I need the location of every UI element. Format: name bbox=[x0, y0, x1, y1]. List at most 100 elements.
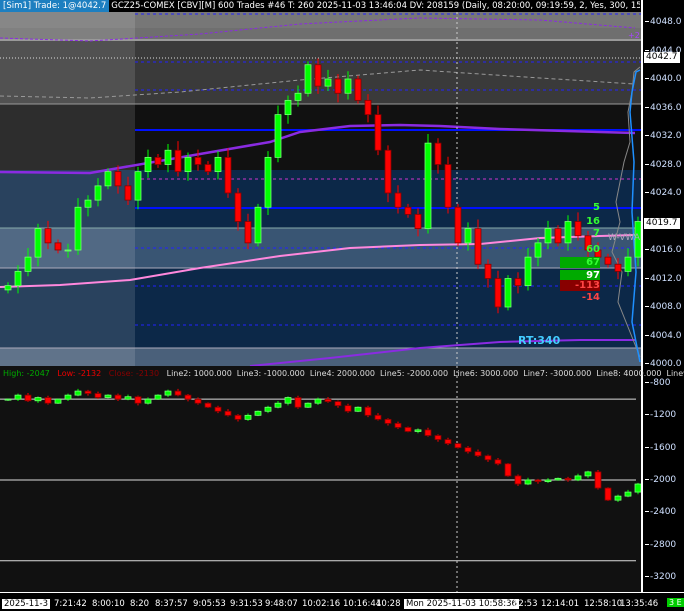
candle bbox=[374, 413, 382, 421]
candle-body bbox=[114, 171, 122, 187]
candle-body bbox=[474, 451, 482, 457]
candle-body bbox=[94, 393, 102, 398]
candle-body bbox=[534, 479, 542, 482]
candle-body bbox=[624, 256, 632, 272]
time-label: 9:05:53 bbox=[193, 599, 226, 609]
candle-body bbox=[424, 429, 432, 436]
candle-body bbox=[204, 402, 212, 408]
candle-body bbox=[544, 228, 552, 244]
candle-body bbox=[64, 394, 72, 400]
candle-body bbox=[314, 398, 322, 404]
candle bbox=[194, 397, 202, 405]
candle-body bbox=[504, 278, 512, 308]
account-label: [Sim1] bbox=[3, 1, 32, 11]
price-tick: 4032.0 bbox=[645, 131, 682, 141]
candle-body bbox=[174, 390, 182, 396]
candle-body bbox=[564, 477, 572, 481]
candle-body bbox=[354, 78, 362, 101]
candle-body bbox=[44, 397, 52, 404]
candle-body bbox=[274, 114, 282, 158]
price-tick: 4028.0 bbox=[645, 160, 682, 170]
time-axis[interactable]: 2025-11-3 7:21:42 8:00:10 8:20 8:37:57 9:05:5… bbox=[0, 592, 684, 611]
candle-body bbox=[554, 477, 562, 481]
candle-body bbox=[474, 228, 482, 265]
candle-body bbox=[124, 396, 132, 400]
candle bbox=[44, 395, 52, 405]
candle-body bbox=[614, 263, 622, 272]
exchange-badge[interactable]: 3 E bbox=[667, 598, 684, 607]
candle bbox=[254, 203, 262, 247]
price-pane[interactable]: RT:340 W-VWAP +2 5167606797-113-14 bbox=[0, 12, 646, 367]
candle-body bbox=[324, 398, 332, 402]
legend-line-value: Line2: 1000.000 bbox=[166, 369, 232, 378]
candle bbox=[204, 402, 212, 409]
delta-tick: -2400 bbox=[645, 507, 676, 517]
candle bbox=[604, 487, 612, 501]
time-label: 12:58:10 bbox=[584, 599, 623, 609]
candle-body bbox=[204, 164, 212, 173]
candle bbox=[424, 134, 432, 234]
candle-body bbox=[144, 398, 152, 404]
candle-body bbox=[274, 402, 282, 408]
candle-body bbox=[584, 471, 592, 477]
candle-body bbox=[444, 164, 452, 208]
candle bbox=[264, 151, 272, 215]
time-label: 2025-11-3 bbox=[2, 599, 50, 609]
candle-body bbox=[364, 99, 372, 116]
candle-body bbox=[344, 78, 352, 94]
legend-line-value: Line6: 3000.000 bbox=[453, 369, 519, 378]
candle-body bbox=[144, 156, 152, 173]
price-chart[interactable]: RT:340 W-VWAP +2 bbox=[0, 12, 646, 367]
time-label: 32:53 bbox=[513, 599, 538, 609]
candle bbox=[494, 457, 502, 466]
legend-low: Low: -2132 bbox=[57, 369, 102, 378]
candle bbox=[454, 442, 462, 449]
candle bbox=[394, 421, 402, 429]
rt-label: RT:340 bbox=[518, 334, 561, 347]
legend-line-value: Line5: -2000.000 bbox=[380, 369, 449, 378]
order-flow-value: 16 bbox=[586, 216, 600, 227]
time-label: 9:48:07 bbox=[265, 599, 298, 609]
candle bbox=[544, 478, 552, 484]
candle bbox=[444, 437, 452, 446]
candle bbox=[624, 489, 632, 498]
price-tick: 4040.0 bbox=[645, 74, 682, 84]
order-flow-value: -113 bbox=[560, 280, 600, 291]
candle-body bbox=[294, 397, 302, 408]
candle bbox=[254, 410, 262, 417]
time-label: 8:00:10 bbox=[92, 599, 125, 609]
order-flow-value: 7 bbox=[593, 228, 600, 239]
delta-chart[interactable] bbox=[0, 366, 642, 592]
candle-body bbox=[454, 443, 462, 449]
delta-pane[interactable]: High: -2047 Low: -2132 Close: -2130 Line… bbox=[0, 366, 684, 592]
candle-body bbox=[254, 206, 262, 244]
legend-close: Close: -2130 bbox=[108, 369, 160, 378]
symbol-info: GCZ25-COMEX [CBV][M] 600 Trades #46 T: 2… bbox=[111, 1, 640, 11]
candle bbox=[244, 413, 252, 421]
account-trade-badge[interactable]: [Sim1] Trade: 1@4042.7 bbox=[0, 0, 110, 12]
candle-body bbox=[434, 435, 442, 440]
candle bbox=[564, 476, 572, 482]
candle-body bbox=[24, 256, 32, 272]
price-axis[interactable]: 4048.0 4044.0 4040.0 4036.0 4032.0 4028.0 4024… bbox=[641, 0, 684, 369]
candle bbox=[434, 434, 442, 442]
delta-axis[interactable]: -800 -1200 -1600 -2000 -2400 -2800 -3200 bbox=[641, 366, 684, 592]
candle bbox=[584, 470, 592, 479]
candle-body bbox=[224, 410, 232, 416]
candle bbox=[364, 405, 372, 418]
candle bbox=[174, 388, 182, 397]
candle-body bbox=[504, 463, 512, 477]
candle bbox=[104, 394, 112, 399]
offset-label: +2 bbox=[628, 31, 640, 40]
candle-body bbox=[354, 406, 362, 412]
candle-body bbox=[14, 394, 22, 400]
candle bbox=[344, 403, 352, 413]
candle-body bbox=[4, 398, 12, 401]
candle bbox=[184, 393, 192, 402]
candle-body bbox=[214, 406, 222, 412]
time-label: 10:28 bbox=[376, 599, 401, 609]
price-tick: 4016.0 bbox=[645, 245, 682, 255]
candle-body bbox=[484, 263, 492, 279]
candle-body bbox=[334, 401, 342, 407]
candle-body bbox=[284, 397, 292, 404]
